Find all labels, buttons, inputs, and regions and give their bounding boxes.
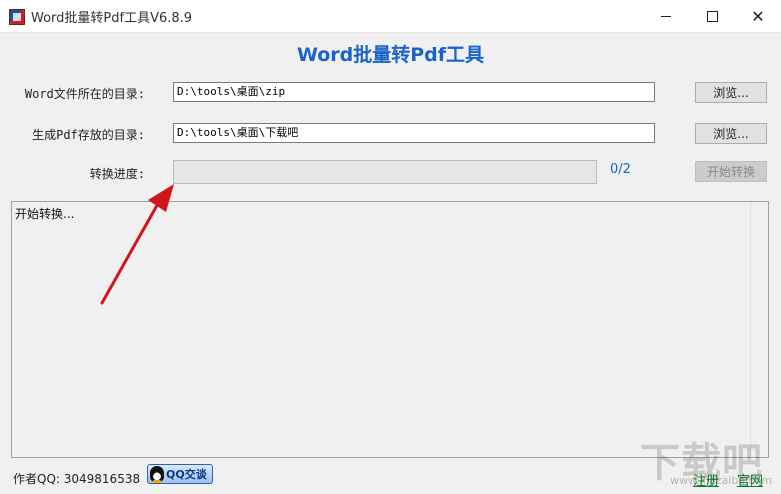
register-link[interactable]: 注册 <box>693 470 719 489</box>
app-window: Word批量转Pdf工具V6.8.9 ✕ Word批量转Pdf工具 Word文件… <box>0 0 781 494</box>
qq-chat-label: QQ交谈 <box>166 468 207 481</box>
qq-chat-button[interactable]: QQ交谈 <box>147 464 213 484</box>
annotation-arrow-head <box>148 184 174 212</box>
website-link[interactable]: 官网 <box>737 470 763 489</box>
annotation-arrow-shaft <box>100 198 162 305</box>
qq-penguin-icon <box>150 466 164 483</box>
annotation-arrow <box>100 184 174 305</box>
author-qq-text: 作者QQ: 3049816538 <box>13 472 141 486</box>
